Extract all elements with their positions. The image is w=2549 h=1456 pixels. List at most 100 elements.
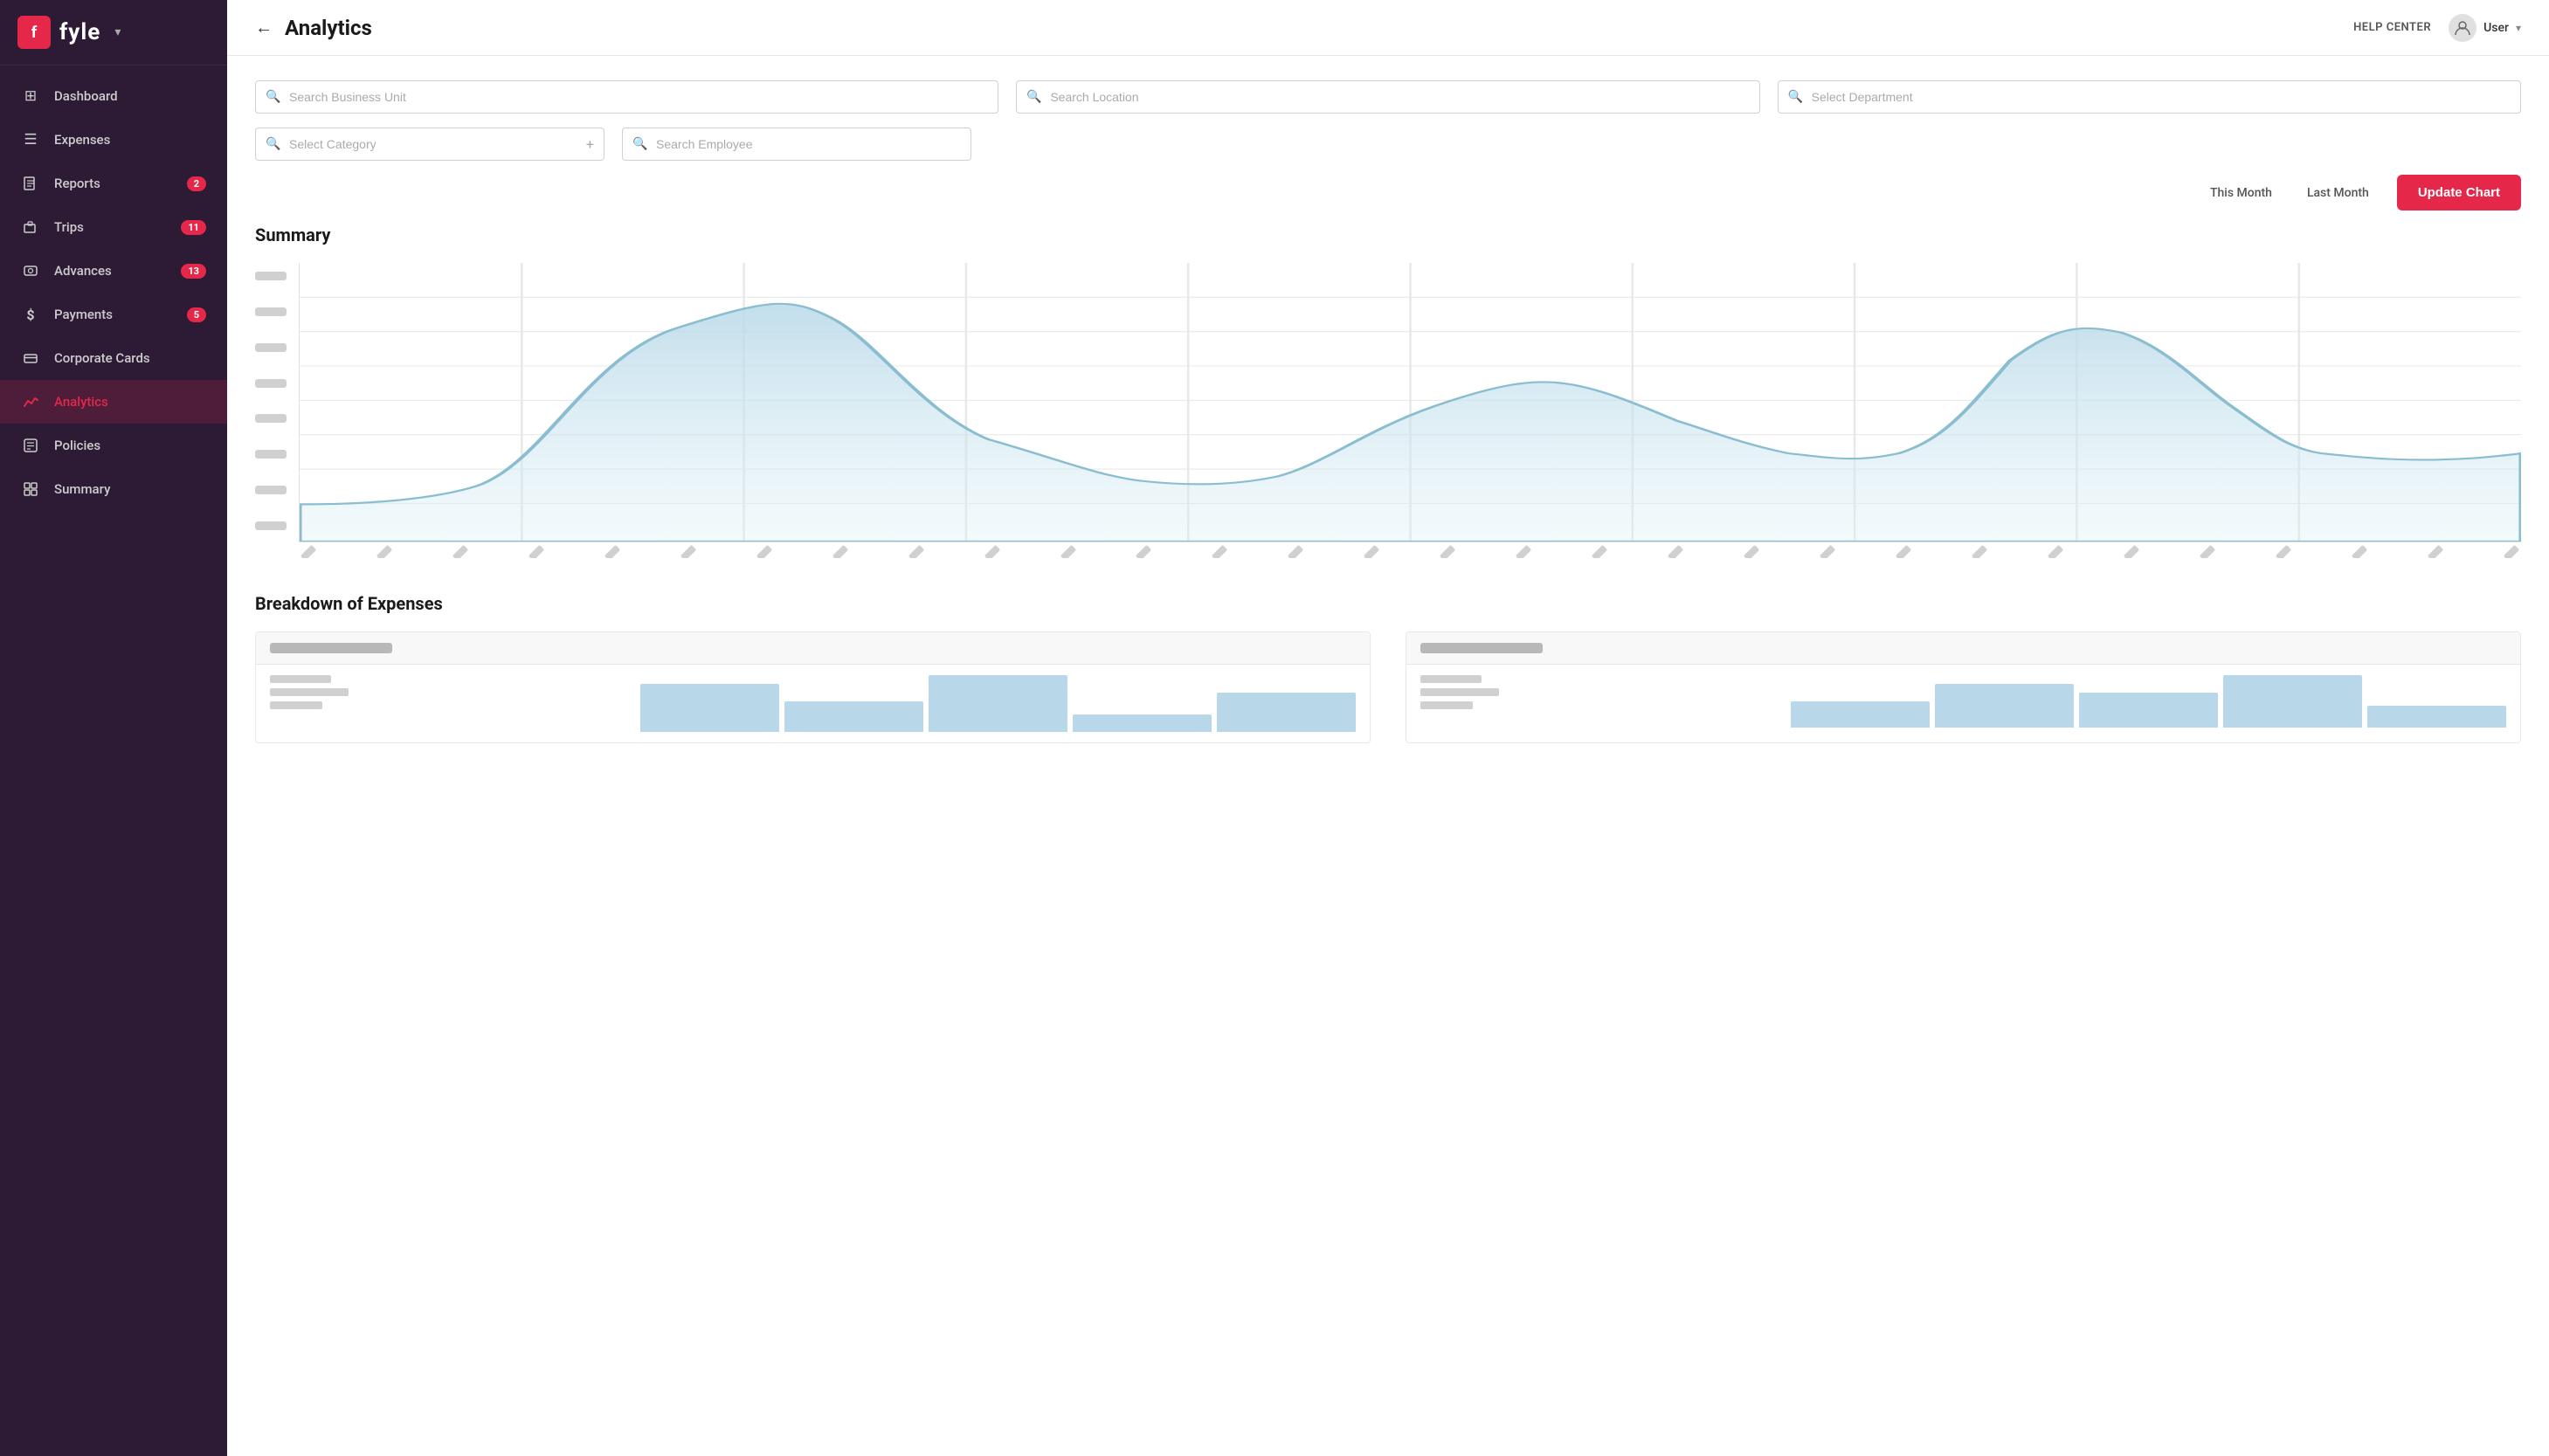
y-label: [255, 521, 287, 530]
x-label: [1060, 545, 1075, 558]
search-icon: 🔍: [632, 137, 647, 151]
sidebar-item-label: Advances: [54, 263, 167, 279]
x-label: [2200, 545, 2215, 558]
y-label: [255, 307, 287, 316]
location-filter: 🔍: [1016, 80, 1759, 114]
back-button[interactable]: ←: [255, 17, 273, 38]
breakdown-section: Breakdown of Expenses: [255, 593, 2521, 743]
bar: [2223, 675, 2362, 728]
search-icon: 🔍: [1026, 90, 1041, 104]
sidebar-item-reports[interactable]: Reports 2: [0, 162, 227, 205]
bar: [929, 675, 1067, 732]
last-month-button[interactable]: Last Month: [2300, 183, 2376, 204]
x-label: [756, 545, 772, 558]
logo-letter: f: [31, 24, 37, 42]
sidebar-item-advances[interactable]: Advances 13: [0, 249, 227, 293]
x-label: [1820, 545, 1835, 558]
x-label: [1668, 545, 1683, 558]
sidebar-item-label: Reports: [54, 176, 173, 191]
expenses-icon: ☰: [21, 130, 40, 149]
sidebar-item-analytics[interactable]: Analytics: [0, 380, 227, 424]
x-label: [1744, 545, 1759, 558]
main-content: ← Analytics HELP CENTER User ▾ 🔍 🔍: [227, 0, 2549, 1456]
x-label: [984, 545, 999, 558]
label-bar: [270, 675, 331, 683]
label-bar: [270, 688, 349, 696]
sidebar-item-dashboard[interactable]: ⊞ Dashboard: [0, 74, 227, 118]
employee-input[interactable]: [622, 128, 971, 161]
sidebar-item-expenses[interactable]: ☰ Expenses: [0, 118, 227, 162]
user-chevron-icon: ▾: [2516, 22, 2521, 34]
header: ← Analytics HELP CENTER User ▾: [227, 0, 2549, 56]
user-menu-button[interactable]: User ▾: [2449, 14, 2521, 42]
sidebar-item-label: Expenses: [54, 132, 206, 148]
x-label: [832, 545, 847, 558]
summary-chart-container: [255, 263, 2521, 558]
x-label: [908, 545, 923, 558]
department-input[interactable]: [1778, 80, 2521, 114]
breakdown-card-body: [1406, 665, 2520, 738]
x-label: [528, 545, 544, 558]
sidebar-nav: ⊞ Dashboard ☰ Expenses Reports 2 Trips 1…: [0, 66, 227, 1456]
policies-icon: [21, 436, 40, 455]
filters-row-1: 🔍 🔍 🔍: [255, 80, 2521, 114]
x-label: [300, 545, 316, 558]
sidebar-item-label: Trips: [54, 219, 167, 235]
x-label: [1516, 545, 1531, 558]
category-input[interactable]: [255, 128, 604, 161]
sidebar-item-label: Dashboard: [54, 88, 206, 104]
payments-badge: 5: [187, 307, 206, 322]
help-center-link[interactable]: HELP CENTER: [2353, 21, 2431, 34]
add-category-icon[interactable]: +: [586, 136, 594, 153]
x-label: [1440, 545, 1455, 558]
user-name-label: User: [2483, 21, 2509, 35]
bar: [1073, 714, 1212, 732]
card-header-bar: [1420, 643, 1543, 653]
bar: [1935, 684, 2074, 728]
sidebar-item-corporate-cards[interactable]: Corporate Cards: [0, 336, 227, 380]
summary-title: Summary: [255, 224, 2521, 245]
employee-filter: 🔍: [622, 128, 971, 161]
corporate-cards-icon: [21, 348, 40, 368]
label-bar: [270, 701, 322, 709]
sidebar-item-summary[interactable]: Summary: [0, 467, 227, 511]
this-month-button[interactable]: This Month: [2203, 183, 2279, 204]
sidebar-item-label: Analytics: [54, 394, 206, 410]
sidebar-item-policies[interactable]: Policies: [0, 424, 227, 467]
sidebar-item-trips[interactable]: Trips 11: [0, 205, 227, 249]
trips-badge: 11: [181, 220, 206, 235]
dashboard-icon: ⊞: [21, 86, 40, 106]
x-label: [1364, 545, 1379, 558]
x-label: [1212, 545, 1227, 558]
business-unit-input[interactable]: [255, 80, 998, 114]
analytics-icon: [21, 392, 40, 411]
card-left-labels: [1420, 675, 1779, 728]
breakdown-card-body: [256, 665, 1370, 742]
search-icon: 🔍: [266, 137, 280, 151]
category-filter: 🔍 +: [255, 128, 604, 161]
trips-icon: [21, 217, 40, 237]
breakdown-cards-row: [255, 631, 2521, 743]
department-filter: 🔍: [1778, 80, 2521, 114]
sidebar-item-label: Policies: [54, 438, 206, 453]
chart-area: [299, 263, 2521, 558]
advances-icon: [21, 261, 40, 280]
header-right: HELP CENTER User ▾: [2353, 14, 2521, 42]
update-chart-button[interactable]: Update Chart: [2397, 175, 2521, 210]
logo-text: fyle: [59, 19, 100, 45]
x-axis-labels: [299, 542, 2521, 558]
search-icon: 🔍: [266, 90, 280, 104]
breakdown-card: [1406, 631, 2521, 743]
search-icon: 🔍: [1788, 90, 1803, 104]
business-unit-filter: 🔍: [255, 80, 998, 114]
sidebar-item-payments[interactable]: $ Payments 5: [0, 293, 227, 336]
breakdown-card: [255, 631, 1371, 743]
advances-badge: 13: [181, 264, 206, 279]
card-left-labels: [270, 675, 628, 732]
y-label: [255, 486, 287, 494]
logo-chevron-icon[interactable]: ▾: [114, 25, 121, 39]
location-input[interactable]: [1016, 80, 1759, 114]
bar: [2367, 706, 2506, 728]
x-label: [680, 545, 696, 558]
summary-section: Summary: [255, 224, 2521, 558]
